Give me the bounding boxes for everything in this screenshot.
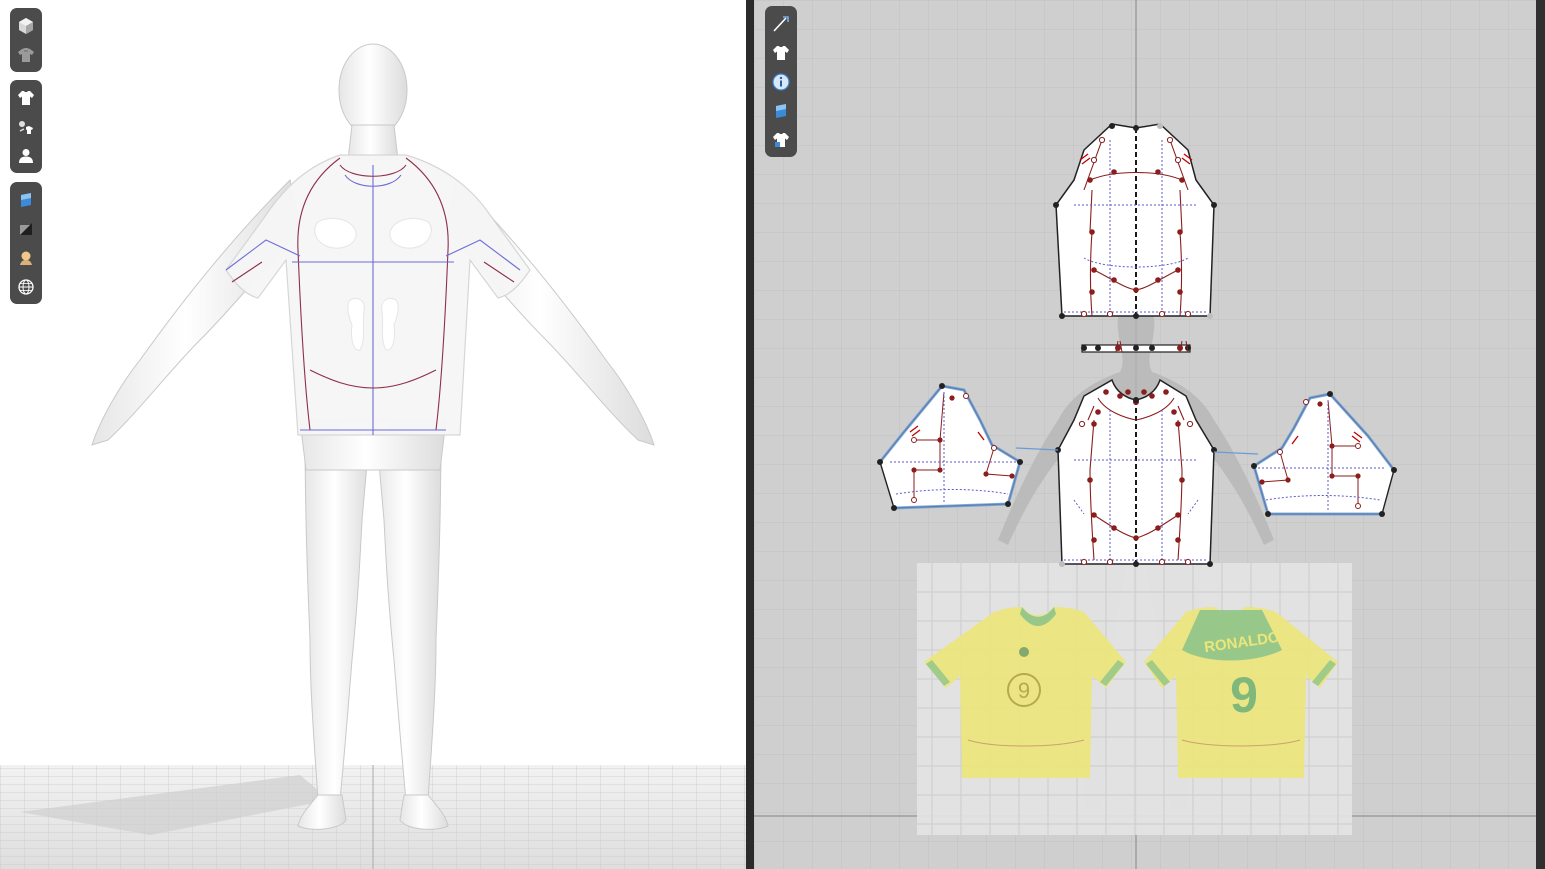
hanger-shirt-icon[interactable] — [12, 40, 40, 69]
shirt-icon[interactable] — [12, 83, 40, 112]
pane-divider[interactable] — [746, 0, 754, 869]
shirt-lock-icon[interactable] — [767, 125, 795, 154]
shirt-icon[interactable] — [767, 38, 795, 67]
3d-shirt[interactable] — [225, 154, 531, 436]
avatar-icon[interactable] — [12, 141, 40, 170]
2d-pattern-viewport[interactable]: 9 RONALDO 9 — [754, 0, 1536, 869]
2d-pattern-canvas: 9 RONALDO 9 — [754, 0, 1536, 869]
cube-icon[interactable] — [12, 11, 40, 40]
3d-scene — [0, 43, 746, 869]
reference-front-number: 9 — [1018, 678, 1030, 703]
light-icon[interactable] — [12, 243, 40, 272]
globe-icon[interactable] — [12, 272, 40, 301]
3d-viewport[interactable] — [0, 0, 746, 869]
texture-icon[interactable] — [12, 185, 40, 214]
info-icon[interactable] — [767, 67, 795, 96]
3d-toolbar-view — [10, 8, 42, 72]
window-edge — [1536, 0, 1545, 869]
3d-toolbar-garment — [10, 80, 42, 173]
2d-toolbar — [765, 6, 797, 157]
fabric-swap-icon[interactable] — [12, 112, 40, 141]
3d-toolbar-render — [10, 182, 42, 304]
pattern-edit-icon[interactable] — [767, 9, 795, 38]
reference-image-sheet[interactable]: 9 RONALDO 9 — [917, 563, 1352, 835]
reference-back-number: 9 — [1230, 667, 1258, 723]
shading-icon[interactable] — [12, 214, 40, 243]
texture-icon[interactable] — [767, 96, 795, 125]
